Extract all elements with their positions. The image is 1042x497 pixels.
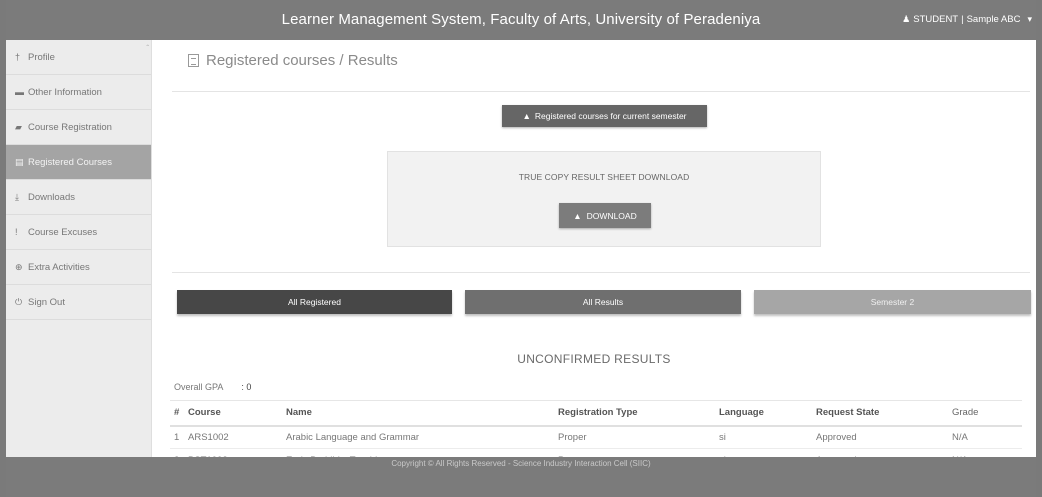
window-frame xyxy=(0,0,1042,497)
